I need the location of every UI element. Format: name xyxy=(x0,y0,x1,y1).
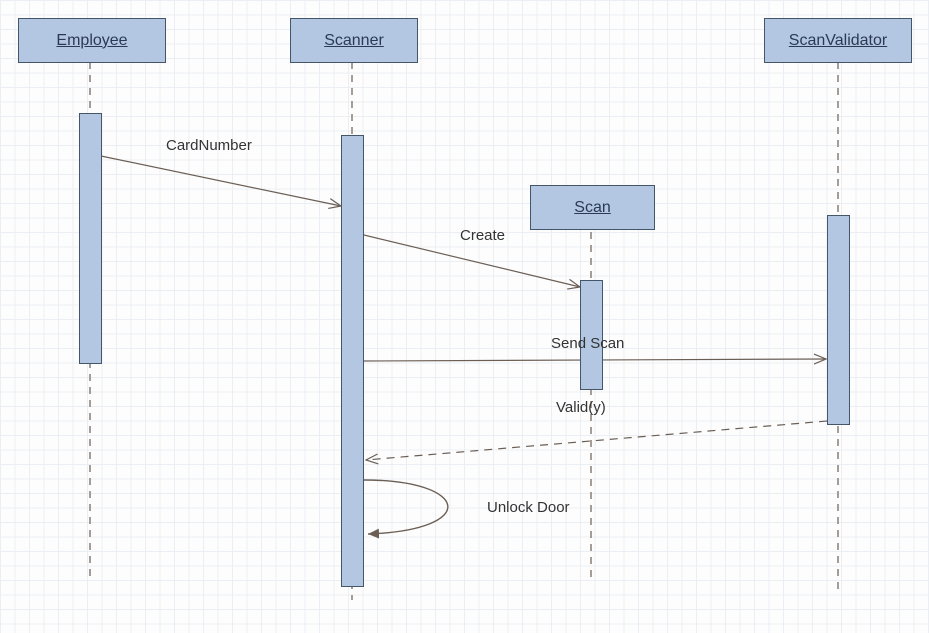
participant-scanvalidator-label: ScanValidator xyxy=(789,32,887,50)
label-cardnumber: CardNumber xyxy=(166,137,252,154)
message-valid-return xyxy=(366,421,827,460)
label-valid: Valid(y) xyxy=(556,399,606,416)
participant-scan-label: Scan xyxy=(574,199,610,217)
participant-employee-label: Employee xyxy=(56,32,127,50)
activation-scanvalidator xyxy=(827,215,850,425)
message-unlockdoor xyxy=(364,480,448,534)
sequence-diagram-canvas xyxy=(0,0,929,633)
activation-employee xyxy=(79,113,102,364)
label-create: Create xyxy=(460,227,505,244)
label-unlockdoor: Unlock Door xyxy=(487,499,570,516)
participant-scan: Scan xyxy=(530,185,655,230)
activation-scanner xyxy=(341,135,364,587)
participant-scanner-label: Scanner xyxy=(324,32,384,50)
label-sendscan: Send Scan xyxy=(551,335,624,352)
participant-scanner: Scanner xyxy=(290,18,418,63)
message-cardnumber xyxy=(101,156,341,206)
participant-employee: Employee xyxy=(18,18,166,63)
participant-scanvalidator: ScanValidator xyxy=(764,18,912,63)
